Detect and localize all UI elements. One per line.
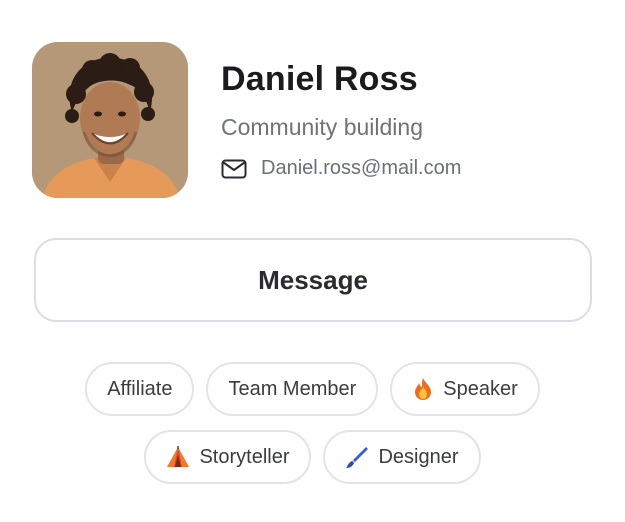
profile-role: Community building	[221, 114, 423, 140]
avatar[interactable]	[32, 42, 188, 198]
fire-icon	[412, 377, 434, 401]
tag-storyteller[interactable]: Storyteller	[144, 430, 312, 484]
paintbrush-icon	[345, 445, 369, 469]
email-row[interactable]: Daniel.ross@mail.com	[221, 157, 461, 180]
message-button[interactable]: Message	[34, 238, 592, 322]
tags-row: Affiliate Team Member Speaker	[0, 362, 625, 416]
tag-label: Storyteller	[199, 445, 290, 468]
tag-team-member[interactable]: Team Member	[206, 362, 379, 416]
tag-speaker[interactable]: Speaker	[390, 362, 540, 416]
tag-label: Team Member	[228, 377, 357, 400]
tag-label: Affiliate	[107, 377, 173, 400]
tag-label: Designer	[378, 445, 459, 468]
tent-icon	[166, 446, 190, 468]
mail-icon	[221, 159, 247, 178]
profile-name: Daniel Ross	[221, 60, 418, 98]
profile-card: Daniel Ross Community building Daniel.ro…	[0, 0, 625, 522]
tag-label: Speaker	[443, 377, 518, 400]
tag-designer[interactable]: Designer	[323, 430, 481, 484]
tags-row: Storyteller Designer	[0, 430, 625, 484]
tag-affiliate[interactable]: Affiliate	[85, 362, 195, 416]
avatar-portrait	[32, 42, 188, 198]
email-address[interactable]: Daniel.ross@mail.com	[261, 157, 461, 180]
